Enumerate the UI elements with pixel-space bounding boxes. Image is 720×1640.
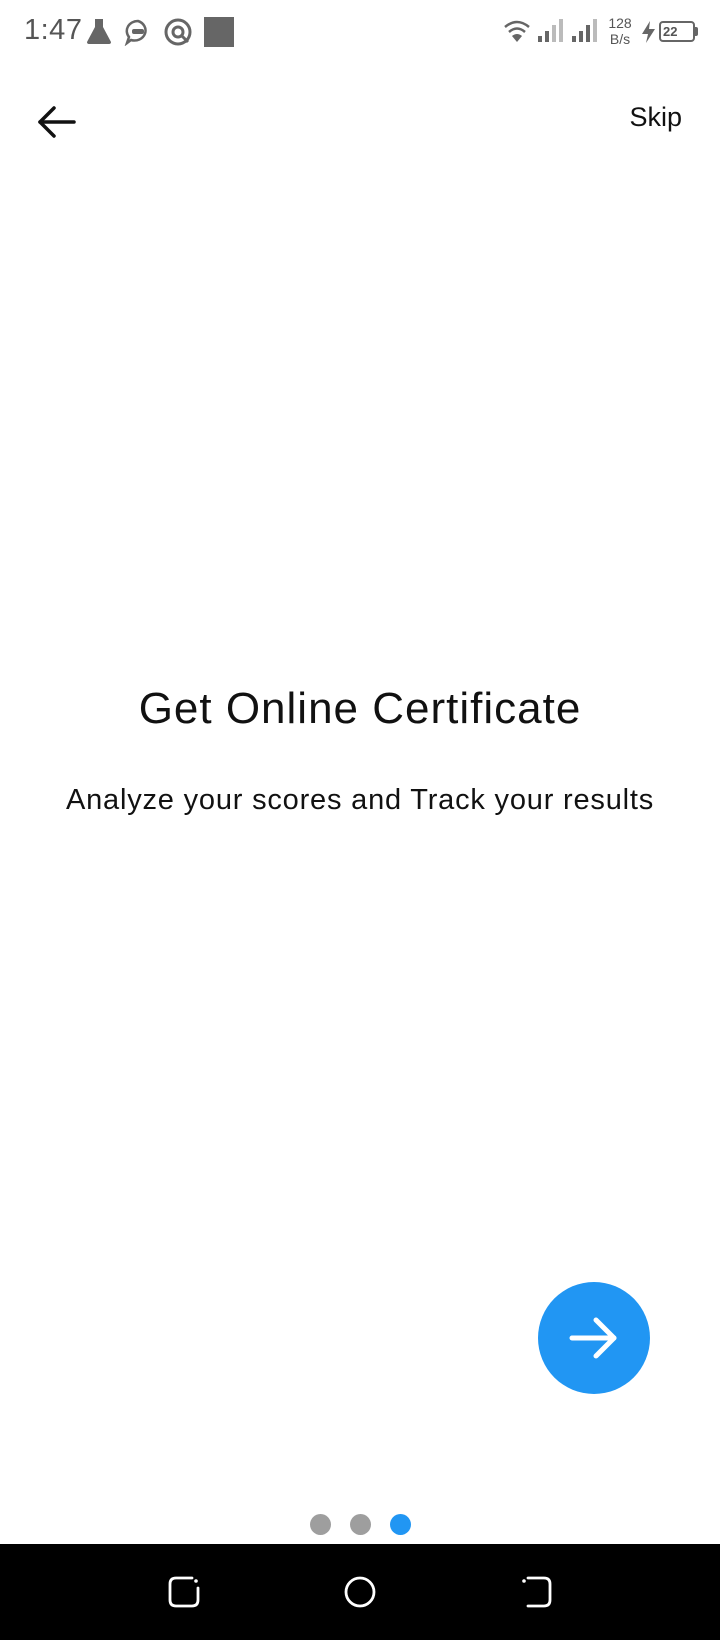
vpn-icon xyxy=(164,18,192,46)
page-title: Get Online Certificate xyxy=(138,684,582,733)
recents-icon[interactable] xyxy=(166,1574,202,1610)
arrow-left-icon xyxy=(38,106,76,138)
flask-icon xyxy=(87,19,111,44)
network-speed: 128 B/s xyxy=(605,15,635,47)
page-dot-3-active[interactable] xyxy=(390,1514,411,1535)
imo-icon xyxy=(124,19,147,46)
back-button[interactable] xyxy=(30,96,82,148)
battery-icon: 22 xyxy=(659,21,695,42)
page-dot-1[interactable] xyxy=(310,1514,331,1535)
wifi-icon xyxy=(504,20,530,42)
status-time: 1:47 xyxy=(24,14,83,46)
onboarding-screen: 1:47 128 B/s 22 Skip Get Online Certific… xyxy=(0,0,720,1640)
next-button[interactable] xyxy=(538,1282,650,1394)
battery-cap xyxy=(695,27,698,36)
skip-button[interactable]: Skip xyxy=(629,102,682,133)
page-indicator xyxy=(0,1514,720,1536)
signal-icon xyxy=(572,19,597,42)
battery-level: 22 xyxy=(663,24,678,39)
back-icon[interactable] xyxy=(518,1574,554,1610)
status-bar: 1:47 128 B/s 22 xyxy=(0,0,720,66)
page-dot-2[interactable] xyxy=(350,1514,371,1535)
arrow-right-icon xyxy=(569,1317,617,1359)
signal-icon xyxy=(538,19,563,42)
charging-icon xyxy=(642,21,655,43)
home-icon[interactable] xyxy=(342,1574,378,1610)
page-subtitle: Analyze your scores and Track your resul… xyxy=(65,784,655,816)
notification-square-icon xyxy=(204,17,234,47)
network-speed-unit: B/s xyxy=(609,31,631,47)
system-nav-bar xyxy=(0,1544,720,1640)
network-speed-value: 128 xyxy=(608,15,632,31)
